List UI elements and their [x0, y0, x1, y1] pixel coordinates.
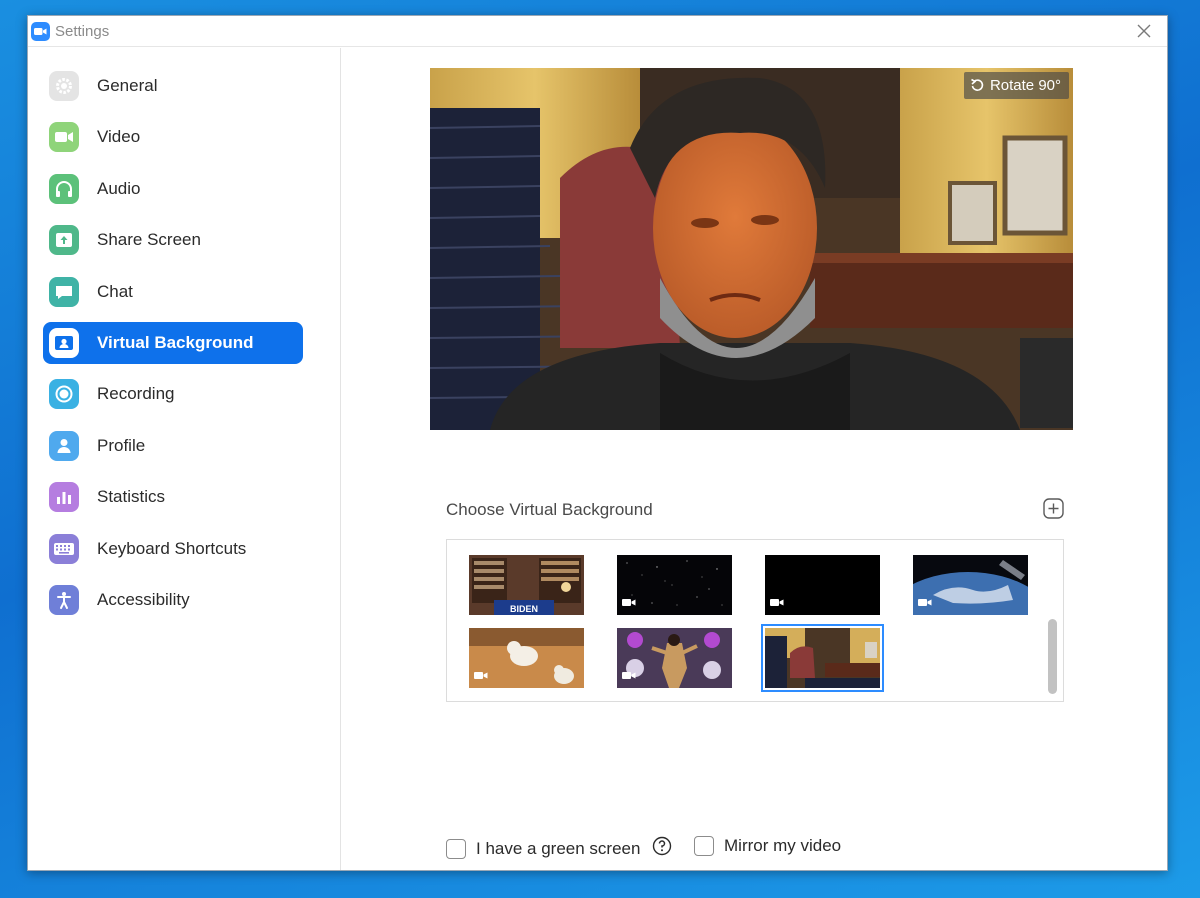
camera-preview: Rotate 90° — [430, 68, 1073, 430]
sidebar-item-profile[interactable]: Profile — [43, 425, 303, 467]
video-indicator-icon — [918, 594, 932, 612]
settings-sidebar: General Video Audio Share Screen Chat Vi… — [28, 48, 341, 870]
background-thumbnail-party[interactable] — [617, 628, 732, 688]
sidebar-item-label: Chat — [97, 281, 133, 301]
virtual-background-icon — [49, 327, 79, 358]
rotate-icon — [971, 78, 984, 91]
rotate-button[interactable]: Rotate 90° — [963, 72, 1069, 99]
sidebar-item-label: Statistics — [97, 487, 166, 507]
share-screen-icon — [49, 225, 79, 256]
background-thumbnail-black[interactable] — [765, 555, 880, 615]
video-indicator-icon — [622, 594, 636, 612]
sidebar-item-video[interactable]: Video — [43, 116, 303, 158]
background-thumbnail-oval-office[interactable] — [761, 624, 884, 692]
window-title: Settings — [55, 22, 110, 40]
help-icon[interactable] — [652, 836, 672, 861]
sidebar-item-virtual-background[interactable]: Virtual Background — [43, 321, 303, 364]
keyboard-icon — [49, 533, 79, 564]
sidebar-item-recording[interactable]: Recording — [43, 373, 303, 415]
sidebar-item-label: Profile — [97, 435, 146, 455]
choose-background-heading: Choose Virtual Background — [446, 500, 653, 519]
sidebar-item-label: Audio — [97, 178, 141, 198]
gallery-scrollbar[interactable] — [1048, 546, 1057, 694]
sidebar-item-audio[interactable]: Audio — [43, 168, 303, 210]
title-bar: Settings — [28, 16, 1167, 47]
background-gallery: BIDEN — [446, 539, 1064, 702]
sidebar-item-statistics[interactable]: Statistics — [43, 476, 303, 518]
sidebar-item-label: Keyboard Shortcuts — [97, 538, 247, 558]
background-thumbnail-puppies[interactable] — [469, 628, 584, 688]
sidebar-item-general[interactable]: General — [43, 65, 303, 107]
mirror-video-checkbox[interactable] — [694, 836, 714, 856]
accessibility-icon — [49, 584, 79, 615]
sidebar-item-chat[interactable]: Chat — [43, 271, 303, 313]
sidebar-item-label: Share Screen — [97, 230, 201, 250]
add-background-button[interactable] — [1043, 498, 1064, 519]
thumbnail-sign-text: BIDEN — [510, 604, 538, 614]
video-indicator-icon — [770, 594, 784, 612]
sidebar-item-share-screen[interactable]: Share Screen — [43, 219, 303, 261]
background-thumbnail-starfield[interactable] — [617, 555, 732, 615]
zoom-app-icon — [31, 21, 50, 41]
video-camera-icon — [49, 122, 79, 153]
mirror-video-option[interactable]: Mirror my video — [694, 836, 841, 856]
virtual-background-panel: Rotate 90° Choose Virtual Background BID… — [342, 48, 1167, 870]
video-indicator-icon — [622, 667, 636, 685]
sidebar-item-label: General — [97, 76, 158, 95]
sidebar-item-label: Accessibility — [97, 589, 190, 609]
sidebar-item-label: Recording — [97, 384, 175, 404]
rotate-label: Rotate 90° — [989, 77, 1061, 94]
green-screen-option[interactable]: I have a green screen — [446, 836, 672, 861]
sidebar-item-label: Virtual Background — [97, 332, 254, 352]
gear-icon — [49, 71, 79, 101]
sidebar-item-label: Video — [97, 127, 141, 147]
green-screen-label: I have a green screen — [476, 838, 641, 858]
profile-icon — [49, 430, 79, 461]
sidebar-item-keyboard-shortcuts[interactable]: Keyboard Shortcuts — [43, 528, 303, 570]
green-screen-checkbox[interactable] — [446, 838, 466, 859]
close-icon — [1137, 24, 1151, 38]
chat-bubble-icon — [49, 276, 79, 307]
background-thumbnail-earth[interactable] — [913, 555, 1028, 615]
close-button[interactable] — [1133, 20, 1155, 42]
mirror-video-label: Mirror my video — [724, 836, 842, 855]
background-thumbnail-library[interactable]: BIDEN — [469, 555, 584, 615]
preview-image — [430, 68, 1073, 430]
headphones-icon — [49, 173, 79, 204]
gallery-scrollbar-thumb[interactable] — [1048, 619, 1057, 694]
settings-window: Settings General Video Audio Share Scree… — [27, 15, 1168, 871]
statistics-icon — [49, 482, 79, 513]
video-indicator-icon — [474, 667, 488, 685]
plus-icon — [1043, 498, 1064, 519]
sidebar-item-accessibility[interactable]: Accessibility — [43, 579, 303, 621]
record-icon — [49, 379, 79, 410]
